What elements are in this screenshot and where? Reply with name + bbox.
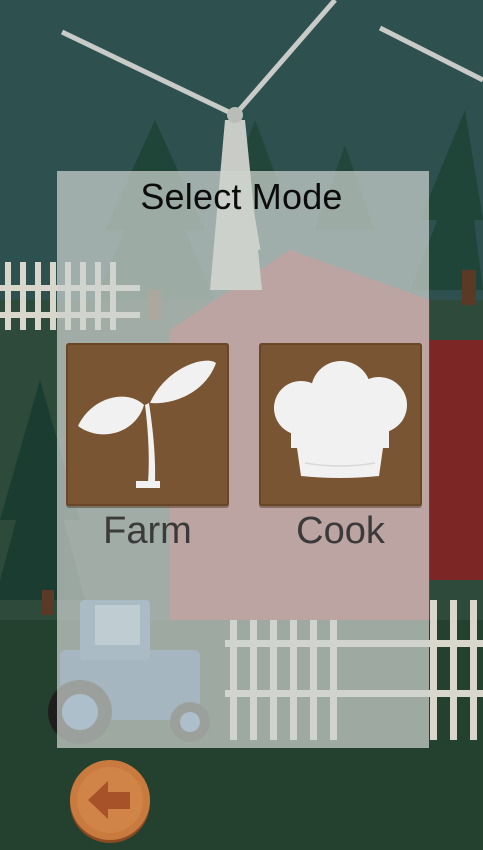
cook-mode-label: Cook (296, 510, 385, 552)
back-button[interactable] (68, 759, 152, 843)
cook-mode-button[interactable] (259, 343, 422, 506)
chef-hat-icon (274, 361, 407, 478)
farm-mode-button[interactable] (66, 343, 229, 506)
page-title: Select Mode (140, 176, 343, 217)
back-arrow-icon (70, 760, 150, 843)
sprout-icon (78, 360, 216, 488)
farm-mode-label: Farm (103, 510, 192, 552)
